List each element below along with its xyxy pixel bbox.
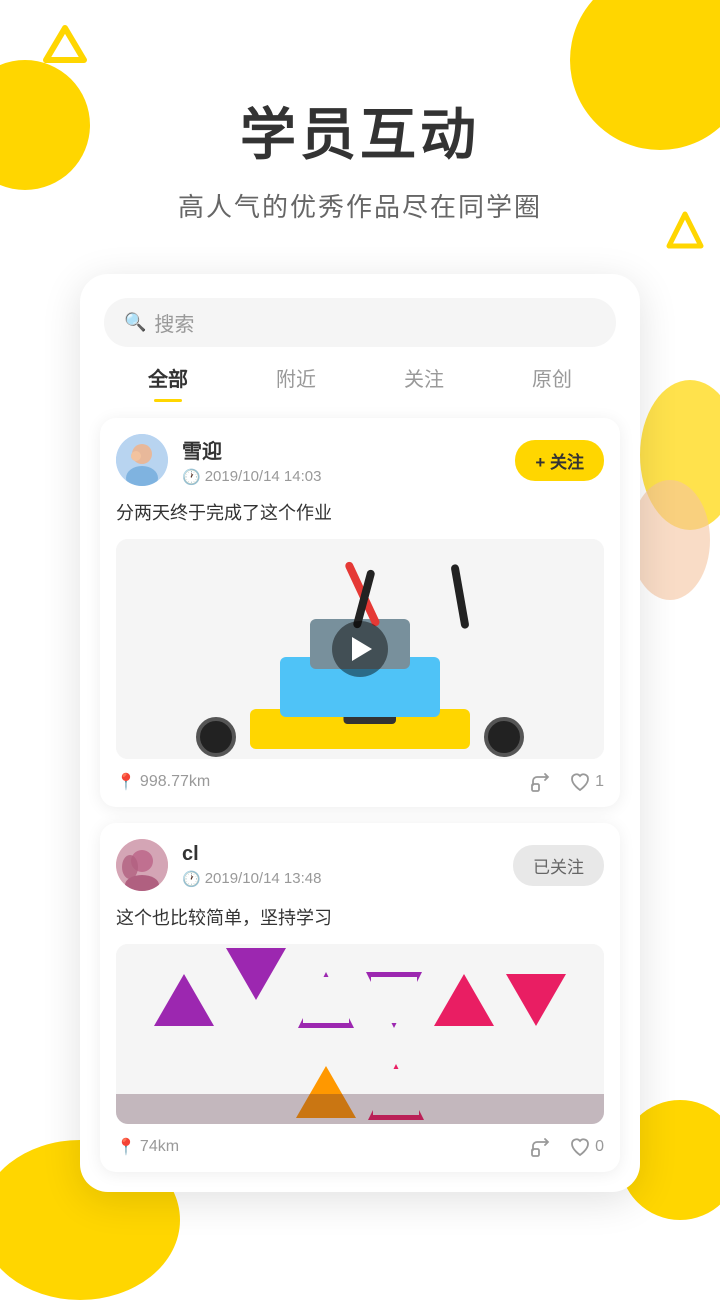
tri-1 — [154, 974, 214, 1026]
user-name-1: 雪迎 — [182, 435, 515, 464]
share-icon-1 — [529, 771, 551, 793]
post-content-1: 分两天终于完成了这个作业 — [100, 496, 620, 539]
avatar-1 — [116, 434, 168, 486]
triangles-image — [116, 944, 604, 1124]
action-icons-1: 1 — [529, 771, 604, 793]
clock-icon-1: 🕐 — [182, 468, 201, 486]
tri-4 — [366, 972, 422, 1028]
post-header-1: 雪迎 🕐 2019/10/14 14:03 + 关注 — [100, 418, 620, 496]
action-icons-2: 0 — [529, 1136, 604, 1158]
post-time-2: 🕐 2019/10/14 13:48 — [182, 870, 513, 888]
tri-3 — [298, 972, 354, 1028]
avatar-2 — [116, 839, 168, 891]
wheel-left — [196, 717, 236, 757]
tri-2 — [226, 948, 286, 1052]
search-icon: 🔍 — [124, 312, 146, 333]
user-info-1: 雪迎 🕐 2019/10/14 14:03 — [182, 435, 515, 486]
lego-wire-black2 — [450, 564, 469, 629]
location-1: 📍 998.77km — [116, 772, 529, 792]
wheel-right — [484, 717, 524, 757]
like-action-1[interactable]: 1 — [569, 771, 604, 793]
search-placeholder: 搜索 — [154, 308, 194, 337]
like-icon-2 — [569, 1136, 591, 1158]
header-section: 学员互动 高人气的优秀作品尽在同学圈 — [0, 0, 720, 224]
play-button[interactable] — [332, 621, 388, 677]
clock-icon-2: 🕐 — [182, 870, 201, 888]
play-icon — [352, 637, 372, 661]
follow-button-1[interactable]: + 关注 — [515, 440, 604, 481]
post-card-1: 雪迎 🕐 2019/10/14 14:03 + 关注 分两天终于完成了这个作业 — [100, 418, 620, 807]
location-pin-icon-2: 📍 — [116, 1137, 136, 1157]
tab-nearby[interactable]: 附近 — [232, 363, 360, 402]
robot-image — [116, 539, 604, 759]
search-bar[interactable]: 🔍 搜索 — [104, 298, 616, 347]
tri-6 — [506, 974, 566, 1026]
main-card: 🔍 搜索 全部 附近 关注 原创 — [80, 274, 640, 1192]
location-pin-icon-1: 📍 — [116, 772, 136, 792]
post-image-1[interactable] — [116, 539, 604, 759]
page-subtitle: 高人气的优秀作品尽在同学圈 — [0, 187, 720, 224]
post-header-2: cl 🕐 2019/10/14 13:48 已关注 — [100, 823, 620, 901]
image-overlay — [116, 1094, 604, 1124]
post-footer-2: 📍 74km 0 — [100, 1124, 620, 1158]
tab-follow[interactable]: 关注 — [360, 363, 488, 402]
post-time-1: 🕐 2019/10/14 14:03 — [182, 468, 515, 486]
share-action-1[interactable] — [529, 771, 551, 793]
tri-5 — [434, 974, 494, 1026]
bg-decoration-right-mid2 — [630, 480, 710, 600]
post-card-2: cl 🕐 2019/10/14 13:48 已关注 这个也比较简单，坚持学习 — [100, 823, 620, 1172]
post-content-2: 这个也比较简单，坚持学习 — [100, 901, 620, 944]
followed-button-2[interactable]: 已关注 — [513, 845, 604, 886]
post-image-2[interactable] — [116, 944, 604, 1124]
location-2: 📍 74km — [116, 1137, 529, 1157]
post-footer-1: 📍 998.77km 1 — [100, 759, 620, 793]
tabs-container: 全部 附近 关注 原创 — [80, 347, 640, 402]
like-action-2[interactable]: 0 — [569, 1136, 604, 1158]
tab-all[interactable]: 全部 — [104, 363, 232, 402]
like-icon-1 — [569, 771, 591, 793]
share-icon-2 — [529, 1136, 551, 1158]
share-action-2[interactable] — [529, 1136, 551, 1158]
page-title: 学员互动 — [0, 90, 720, 171]
user-info-2: cl 🕐 2019/10/14 13:48 — [182, 843, 513, 888]
tab-original[interactable]: 原创 — [488, 363, 616, 402]
user-name-2: cl — [182, 843, 513, 866]
